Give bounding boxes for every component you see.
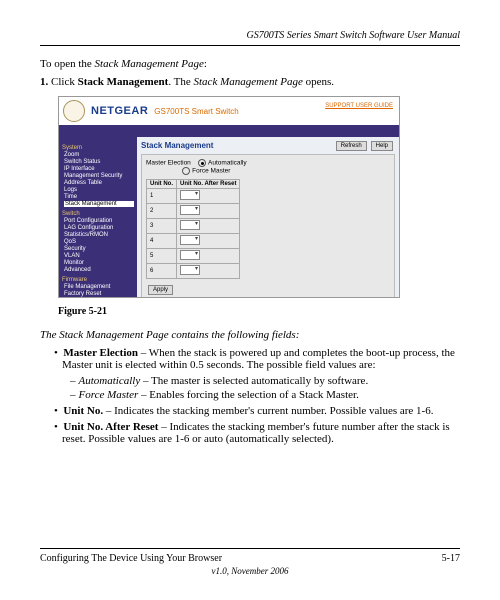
subfield-automatically: –Automatically – The master is selected …: [70, 375, 460, 387]
table-row: 4: [147, 234, 240, 249]
figure-label: Figure 5-21: [58, 306, 460, 317]
product-name: GS700TS Smart Switch: [154, 107, 238, 116]
sidebar-item-monitor[interactable]: Monitor: [64, 260, 134, 266]
sidebar-item-vlan[interactable]: VLAN: [64, 253, 134, 259]
sidebar-item-factory-reset[interactable]: Factory Reset: [64, 291, 134, 297]
main-panel: Refresh Help Stack Management Master Ele…: [137, 137, 399, 298]
table-row: 6: [147, 264, 240, 279]
support-links[interactable]: SUPPORT USER GUIDE: [325, 103, 393, 109]
th-unit-after-reset: Unit No. After Reset: [177, 180, 240, 189]
f1b-name: Force Master: [79, 389, 139, 401]
f1a-desc: – The master is selected automatically b…: [140, 375, 368, 387]
intro-em: Stack Management Page: [95, 58, 204, 70]
sidebar-item-switch-status[interactable]: Switch Status: [64, 159, 134, 165]
cell-unit: 3: [147, 219, 177, 234]
screenshot-frame: NETGEAR GS700TS Smart Switch SUPPORT USE…: [58, 96, 400, 298]
sidebar-item-address-table[interactable]: Address Table: [64, 180, 134, 186]
apply-button[interactable]: Apply: [148, 285, 173, 295]
desc-pre: The: [40, 329, 59, 341]
field-unit-no-after-reset: • Unit No. After Reset – Indicates the s…: [54, 421, 460, 445]
th-unit-no: Unit No.: [147, 180, 177, 189]
description-line: The Stack Management Page contains the f…: [40, 329, 460, 341]
select-unit-3[interactable]: [180, 220, 200, 230]
footer: Configuring The Device Using Your Browse…: [40, 548, 460, 576]
sidebar-item-mgmt-security[interactable]: Management Security: [64, 173, 134, 179]
footer-page-number: 5-17: [442, 553, 460, 564]
step-1: 1. Click Stack Management. The Stack Man…: [40, 76, 460, 88]
select-unit-2[interactable]: [180, 205, 200, 215]
f2-desc: – Indicates the stacking member's curren…: [103, 405, 433, 417]
sidebar-item-zoom[interactable]: Zoom: [64, 152, 134, 158]
radio-force-master[interactable]: [182, 167, 190, 175]
field-unit-no: • Unit No. – Indicates the stacking memb…: [54, 405, 460, 417]
subfield-force-master: –Force Master – Enables forcing the sele…: [70, 389, 460, 401]
table-row: 1: [147, 189, 240, 204]
logo-icon: [63, 100, 85, 122]
table-row: 5: [147, 249, 240, 264]
f2-name: Unit No.: [63, 405, 103, 417]
intro-post: :: [204, 58, 207, 70]
desc-post: contains the following fields:: [169, 329, 300, 341]
step-a: Click: [51, 76, 78, 88]
sidebar-item-stack-management[interactable]: Stack Management: [64, 201, 134, 207]
topbar: NETGEAR GS700TS Smart Switch SUPPORT USE…: [59, 97, 399, 125]
refresh-button[interactable]: Refresh: [336, 141, 367, 151]
select-unit-5[interactable]: [180, 250, 200, 260]
f1b-desc: – Enables forcing the selection of a Sta…: [138, 389, 359, 401]
desc-em: Stack Management Page: [59, 329, 168, 341]
table-row: 3: [147, 219, 240, 234]
intro-pre: To open the: [40, 58, 95, 70]
field-master-election: • Master Election – When the stack is po…: [54, 347, 460, 371]
master-election-label: Master Election: [146, 160, 191, 167]
unit-table: Unit No.Unit No. After Reset 1 2 3 4 5 6: [146, 179, 240, 279]
cell-unit: 5: [147, 249, 177, 264]
sidebar-item-logs[interactable]: Logs: [64, 187, 134, 193]
step-e: opens.: [303, 76, 334, 88]
step-num: 1.: [40, 76, 48, 88]
step-c: . The: [168, 76, 193, 88]
sidebar-item-security[interactable]: Security: [64, 246, 134, 252]
sidebar-item-file-management[interactable]: File Management: [64, 284, 134, 290]
intro-line: To open the Stack Management Page:: [40, 58, 460, 70]
brand-logo: NETGEAR: [91, 105, 148, 117]
sidebar-group-firmware: Firmware: [62, 277, 134, 283]
f1-name: Master Election: [63, 347, 138, 359]
select-unit-6[interactable]: [180, 265, 200, 275]
sidebar-item-advanced[interactable]: Advanced: [64, 267, 134, 273]
sidebar-item-port-config[interactable]: Port Configuration: [64, 218, 134, 224]
radio-automatically[interactable]: [198, 159, 206, 167]
sidebar-group-system: System: [62, 145, 134, 151]
radio-automatically-label: Automatically: [208, 160, 247, 167]
step-d: Stack Management Page: [194, 76, 303, 88]
sidebar-item-qos[interactable]: QoS: [64, 239, 134, 245]
sidebar-item-stats-rmon[interactable]: Statistics/RMON: [64, 232, 134, 238]
cell-unit: 4: [147, 234, 177, 249]
select-unit-4[interactable]: [180, 235, 200, 245]
footer-left: Configuring The Device Using Your Browse…: [40, 553, 222, 564]
header-manual-title: GS700TS Series Smart Switch Software Use…: [40, 30, 460, 46]
footer-version: v1.0, November 2006: [40, 566, 460, 576]
select-unit-1[interactable]: [180, 190, 200, 200]
settings-panel: Master Election Automatically Force Mast…: [141, 154, 395, 298]
nav-bar: [59, 125, 399, 137]
f3-name: Unit No. After Reset: [63, 421, 158, 433]
cell-unit: 1: [147, 189, 177, 204]
sidebar: System Zoom Switch Status IP Interface M…: [59, 137, 137, 298]
cell-unit: 2: [147, 204, 177, 219]
table-row: 2: [147, 204, 240, 219]
sidebar-item-time[interactable]: Time: [64, 194, 134, 200]
cell-unit: 6: [147, 264, 177, 279]
step-b: Stack Management: [78, 76, 169, 88]
radio-force-master-label: Force Master: [192, 168, 230, 175]
sidebar-item-ip-interface[interactable]: IP Interface: [64, 166, 134, 172]
sidebar-item-lag-config[interactable]: LAG Configuration: [64, 225, 134, 231]
f1a-name: Automatically: [79, 375, 141, 387]
sidebar-group-switch: Switch: [62, 211, 134, 217]
help-button[interactable]: Help: [371, 141, 393, 151]
